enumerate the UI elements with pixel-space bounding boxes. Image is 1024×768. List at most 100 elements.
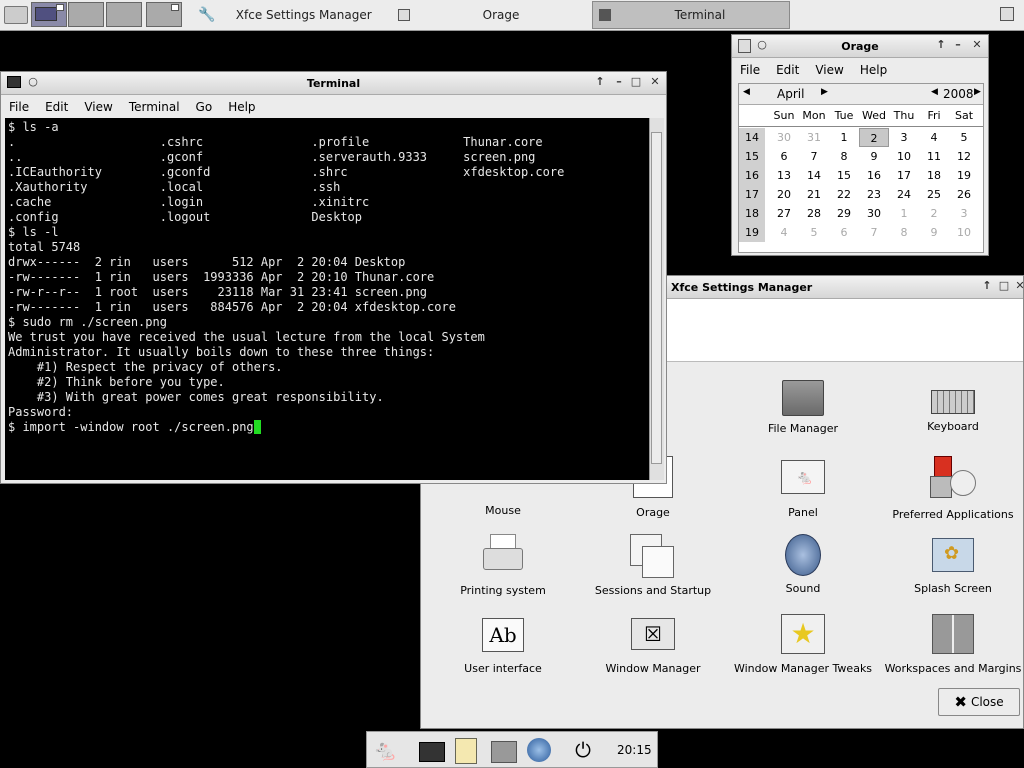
editor-launcher-icon[interactable] <box>455 738 477 764</box>
workspace-1[interactable] <box>31 2 67 27</box>
minimize-icon[interactable]: – <box>613 76 625 88</box>
calendar-day[interactable]: 6 <box>829 223 859 242</box>
term-menu-go[interactable]: Go <box>188 100 221 114</box>
settings-item-window-manager[interactable]: ☒ Window Manager <box>578 614 728 675</box>
term-menu-view[interactable]: View <box>76 100 120 114</box>
settings-item-user-interface[interactable]: Ab User interface <box>428 614 578 675</box>
calendar-day[interactable]: 7 <box>859 223 889 242</box>
calendar-day[interactable]: 2 <box>859 128 889 147</box>
orage-titlebar[interactable]: ○ Orage ↑ – ✕ <box>732 35 988 58</box>
term-menu-file[interactable]: File <box>1 100 37 114</box>
terminal-scrollbar[interactable] <box>649 118 664 480</box>
file-manager-launcher-icon[interactable] <box>491 741 517 763</box>
close-icon[interactable]: ✕ <box>649 76 661 88</box>
task-terminal[interactable]: Terminal <box>592 1 790 29</box>
workspace-2[interactable] <box>68 2 104 27</box>
maximize-icon[interactable]: □ <box>630 76 642 88</box>
calendar-day[interactable]: 10 <box>949 223 979 242</box>
settings-item-splash-screen[interactable]: ✿ Splash Screen <box>878 534 1024 595</box>
calendar-day[interactable]: 20 <box>769 185 799 204</box>
settings-item-sound[interactable]: Sound <box>728 534 878 595</box>
calendar-day[interactable]: 13 <box>769 166 799 185</box>
task-settings-manager[interactable]: 🔧 Xfce Settings Manager <box>192 1 392 29</box>
calendar-day[interactable]: 3 <box>889 128 919 147</box>
calendar-day[interactable]: 19 <box>949 166 979 185</box>
calendar-day[interactable]: 5 <box>949 128 979 147</box>
calendar-day[interactable]: 31 <box>799 128 829 147</box>
calendar-day[interactable]: 11 <box>919 147 949 166</box>
calendar-day[interactable]: 1 <box>889 204 919 223</box>
close-icon[interactable]: ✕ <box>971 39 983 51</box>
minimize-icon[interactable]: – <box>952 39 964 51</box>
calendar-day[interactable]: 1 <box>829 128 859 147</box>
calendar-day[interactable]: 25 <box>919 185 949 204</box>
task-orage[interactable]: Orage <box>392 1 592 29</box>
calendar-day[interactable]: 29 <box>829 204 859 223</box>
settings-item-sessions-startup[interactable]: Sessions and Startup <box>578 534 728 597</box>
term-menu-help[interactable]: Help <box>220 100 263 114</box>
orage-menu-help[interactable]: Help <box>852 63 895 77</box>
terminal-titlebar[interactable]: ○ Terminal ↑ – □ ✕ <box>1 72 666 95</box>
raise-icon[interactable]: ↑ <box>935 39 947 51</box>
calendar-day[interactable]: 10 <box>889 147 919 166</box>
settings-item-window-manager-tweaks[interactable]: ★ Window Manager Tweaks <box>728 614 878 675</box>
settings-item-file-manager[interactable]: File Manager <box>728 376 878 435</box>
settings-item-workspaces-margins[interactable]: Workspaces and Margins <box>878 614 1024 675</box>
calendar-day[interactable]: 26 <box>949 185 979 204</box>
prev-year-icon[interactable]: ◀ <box>931 87 938 97</box>
power-icon[interactable]: ⏻ <box>571 738 595 762</box>
close-button[interactable]: ✖ Close <box>938 688 1020 716</box>
next-year-icon[interactable]: ▶ <box>974 87 981 97</box>
calendar-day[interactable]: 8 <box>829 147 859 166</box>
calendar-day[interactable]: 24 <box>889 185 919 204</box>
next-month-icon[interactable]: ▶ <box>821 87 828 97</box>
orage-tray-icon[interactable] <box>1000 7 1014 21</box>
prev-month-icon[interactable]: ◀ <box>743 87 750 97</box>
workspace-4[interactable] <box>146 2 182 27</box>
browser-globe-icon[interactable] <box>527 738 551 762</box>
settings-item-printing-system[interactable]: Printing system <box>428 534 578 597</box>
calendar-day[interactable]: 3 <box>949 204 979 223</box>
calendar-day[interactable]: 4 <box>919 128 949 147</box>
terminal-output[interactable]: $ ls -a. .cshrc .profile Thunar.core.. .… <box>5 118 649 480</box>
calendar-day[interactable]: 27 <box>769 204 799 223</box>
calendar-day[interactable]: 14 <box>799 166 829 185</box>
workspace-3[interactable] <box>106 2 142 27</box>
menu-button-icon[interactable] <box>4 6 28 24</box>
calendar-day[interactable]: 8 <box>889 223 919 242</box>
terminal-launcher-icon[interactable] <box>419 742 445 762</box>
calendar-day[interactable]: 28 <box>799 204 829 223</box>
term-menu-terminal[interactable]: Terminal <box>121 100 188 114</box>
raise-icon[interactable]: ↑ <box>594 76 606 88</box>
calendar-day[interactable]: 30 <box>859 204 889 223</box>
orage-menu-view[interactable]: View <box>807 63 851 77</box>
maximize-icon[interactable]: □ <box>998 280 1010 292</box>
calendar-day[interactable]: 15 <box>829 166 859 185</box>
calendar-day[interactable]: 30 <box>769 128 799 147</box>
calendar-day[interactable]: 5 <box>799 223 829 242</box>
calendar-day[interactable]: 12 <box>949 147 979 166</box>
xfce-mouse-icon[interactable]: 🐁 <box>373 738 398 762</box>
maximize-up-icon[interactable]: ↑ <box>981 280 993 292</box>
calendar-day[interactable]: 23 <box>859 185 889 204</box>
calendar-day[interactable]: 18 <box>919 166 949 185</box>
calendar-day[interactable]: 22 <box>829 185 859 204</box>
calendar-day[interactable]: 16 <box>859 166 889 185</box>
calendar-day[interactable]: 21 <box>799 185 829 204</box>
orage-menu-file[interactable]: File <box>732 63 768 77</box>
settings-item-keyboard[interactable]: Keyboard <box>878 376 1024 433</box>
scrollbar-thumb[interactable] <box>651 132 662 464</box>
calendar-day[interactable]: 2 <box>919 204 949 223</box>
week-number: 17 <box>739 185 765 204</box>
orage-menu-edit[interactable]: Edit <box>768 63 807 77</box>
calendar-day[interactable]: 9 <box>919 223 949 242</box>
calendar-day[interactable]: 7 <box>799 147 829 166</box>
settings-item-preferred-applications[interactable]: Preferred Applications <box>878 456 1024 521</box>
term-menu-edit[interactable]: Edit <box>37 100 76 114</box>
settings-item-panel[interactable]: 🐁 Panel <box>728 456 878 519</box>
calendar-day[interactable]: 9 <box>859 147 889 166</box>
calendar-day[interactable]: 17 <box>889 166 919 185</box>
calendar-day[interactable]: 4 <box>769 223 799 242</box>
close-icon[interactable]: ✕ <box>1014 280 1024 292</box>
calendar-day[interactable]: 6 <box>769 147 799 166</box>
